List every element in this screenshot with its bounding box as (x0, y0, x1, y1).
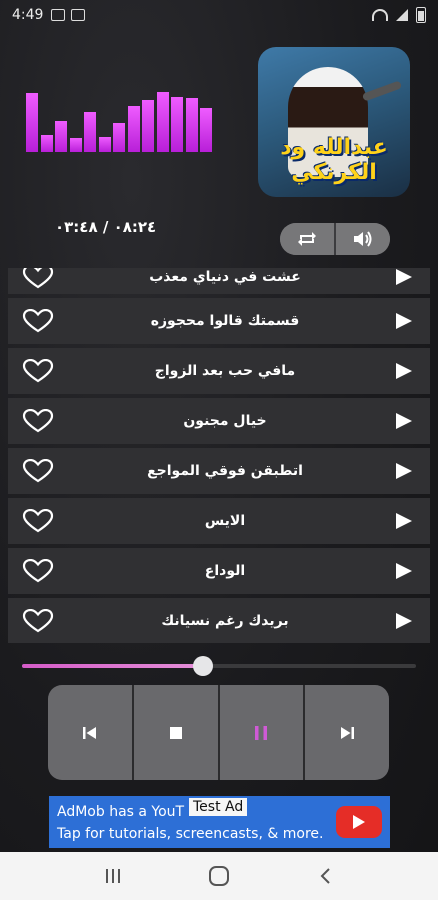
playback-toggles (280, 223, 390, 255)
equalizer-bar (26, 93, 38, 152)
album-title: عبدالله ود الكرنكي (280, 135, 388, 185)
track-title: الوداع (204, 563, 246, 579)
equalizer-bar (200, 108, 212, 152)
favorite-heart-icon[interactable] (22, 409, 54, 433)
playlist: عشت في دنياي معذب قسمتك قالوا محجوزه ماف… (8, 268, 430, 643)
favorite-heart-icon[interactable] (22, 559, 54, 583)
track-row[interactable]: خيال مجنون (8, 398, 430, 444)
microphone (361, 80, 403, 102)
volume-icon (354, 231, 372, 247)
wifi-icon (372, 9, 388, 21)
equalizer-bar (99, 137, 111, 152)
status-time: 4:49 (12, 7, 44, 23)
track-row[interactable]: الوداع (8, 548, 430, 594)
play-track-icon[interactable] (396, 563, 412, 579)
play-track-icon[interactable] (396, 613, 412, 629)
navigation-bar (0, 852, 438, 900)
favorite-heart-icon[interactable] (22, 268, 54, 289)
track-row[interactable]: الايس (8, 498, 430, 544)
battery-icon (416, 7, 426, 23)
equalizer-bar (128, 106, 140, 152)
equalizer-bar (55, 121, 67, 152)
volume-button[interactable] (334, 223, 390, 255)
recents-icon (106, 869, 120, 883)
screen-record-icon (71, 9, 86, 21)
play-track-icon[interactable] (396, 413, 412, 429)
track-title: قسمتك قالوا محجوزه (150, 313, 300, 329)
album-art: عبدالله ود الكرنكي (258, 47, 410, 197)
status-bar: 4:49 (0, 0, 438, 30)
equalizer-visualizer (26, 88, 212, 152)
track-title: بريدك رغم نسيانك (161, 613, 289, 629)
track-title: اتطبقن فوقي المواجع (147, 463, 303, 479)
previous-button[interactable] (48, 685, 132, 780)
favorite-heart-icon[interactable] (22, 359, 54, 383)
next-icon (341, 726, 355, 739)
equalizer-bar (171, 97, 183, 152)
repeat-icon (298, 232, 316, 246)
favorite-heart-icon[interactable] (22, 509, 54, 533)
signal-icon (396, 9, 408, 21)
pause-icon (255, 725, 268, 740)
equalizer-bar (41, 135, 53, 152)
track-row[interactable]: عشت في دنياي معذب (8, 268, 430, 294)
pause-button[interactable] (217, 685, 304, 780)
equalizer-bar (113, 123, 125, 152)
track-row[interactable]: مافي حب بعد الزواج (8, 348, 430, 394)
track-title: مافي حب بعد الزواج (154, 363, 296, 379)
ad-subtitle: Tap for tutorials, screencasts, & more. (57, 826, 324, 842)
track-title: الايس (204, 513, 246, 529)
favorite-heart-icon[interactable] (22, 459, 54, 483)
track-row[interactable]: قسمتك قالوا محجوزه (8, 298, 430, 344)
play-track-icon[interactable] (396, 269, 412, 285)
back-icon (320, 868, 330, 884)
track-title: عشت في دنياي معذب (149, 269, 301, 285)
play-track-icon[interactable] (396, 313, 412, 329)
equalizer-bar (186, 98, 198, 152)
repeat-button[interactable] (280, 223, 334, 255)
equalizer-bar (70, 138, 82, 152)
equalizer-bar (84, 112, 96, 152)
seek-bar[interactable] (22, 656, 416, 676)
ad-banner[interactable]: AdMob has a YouTs! Test Ad Tap for tutor… (49, 796, 390, 848)
next-button[interactable] (303, 685, 389, 780)
play-track-icon[interactable] (396, 513, 412, 529)
youtube-icon (336, 806, 382, 838)
test-ad-label: Test Ad (189, 798, 248, 816)
equalizer-bar (157, 92, 169, 152)
track-title: خيال مجنون (183, 413, 267, 429)
equalizer-bar (142, 100, 154, 152)
track-row[interactable]: اتطبقن فوقي المواجع (8, 448, 430, 494)
stop-button[interactable] (131, 685, 218, 780)
time-readout: ٠٨:٢٤ / ٠٣:٤٨ (55, 218, 157, 236)
favorite-heart-icon[interactable] (22, 609, 54, 633)
recents-button[interactable] (93, 861, 133, 891)
stop-icon (169, 726, 182, 739)
gallery-icon (51, 9, 66, 21)
seek-progress (22, 664, 203, 668)
previous-icon (82, 726, 96, 739)
home-button[interactable] (199, 861, 239, 891)
back-button[interactable] (305, 861, 345, 891)
play-track-icon[interactable] (396, 463, 412, 479)
home-icon (209, 866, 229, 886)
track-row[interactable]: بريدك رغم نسيانك (8, 598, 430, 643)
play-track-icon[interactable] (396, 363, 412, 379)
transport-controls (48, 685, 389, 780)
favorite-heart-icon[interactable] (22, 309, 54, 333)
seek-thumb[interactable] (193, 656, 213, 676)
